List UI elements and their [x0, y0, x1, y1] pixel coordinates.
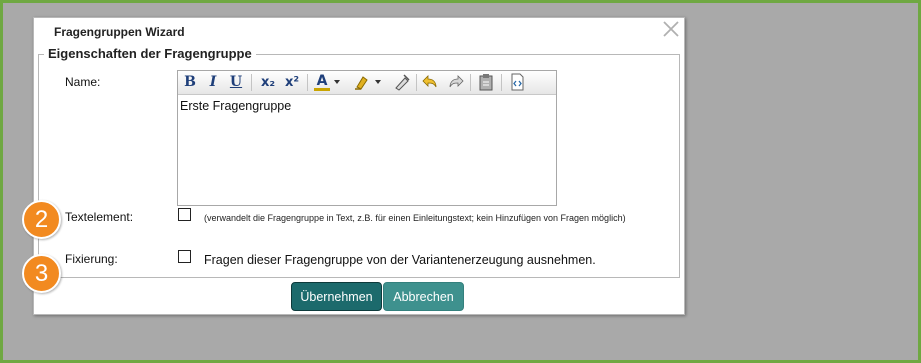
- wizard-dialog: Fragengruppen Wizard Eigenschaften der F…: [33, 17, 685, 315]
- screenshot-frame: Fragengruppen Wizard Eigenschaften der F…: [0, 0, 921, 363]
- name-label: Name:: [65, 75, 101, 89]
- font-color-icon[interactable]: A: [314, 73, 330, 91]
- superscript-icon[interactable]: x²: [282, 73, 302, 91]
- step-badge-3: 3: [22, 254, 61, 293]
- subscript-icon[interactable]: x₂: [258, 73, 278, 91]
- step-badge-2: 2: [22, 200, 61, 239]
- fixierung-label: Fixierung:: [65, 252, 118, 266]
- font-color-dropdown-icon[interactable]: [334, 80, 340, 84]
- undo-icon[interactable]: [422, 73, 440, 91]
- editor-toolbar: B I U x₂ x² A: [178, 71, 556, 95]
- bold-icon[interactable]: B: [182, 73, 198, 91]
- fieldset-legend: Eigenschaften der Fragengruppe: [44, 46, 256, 61]
- toolbar-separator: [470, 74, 471, 91]
- toolbar-separator: [501, 74, 502, 91]
- fixierung-description: Fragen dieser Fragengruppe von der Varia…: [204, 253, 596, 267]
- highlight-icon[interactable]: [353, 73, 371, 91]
- textelement-hint: (verwandelt die Fragengruppe in Text, z.…: [204, 213, 626, 223]
- fixierung-checkbox[interactable]: [178, 250, 191, 263]
- apply-button[interactable]: Übernehmen: [291, 282, 382, 311]
- dialog-title: Fragengruppen Wizard: [54, 25, 185, 39]
- cancel-button[interactable]: Abbrechen: [383, 282, 464, 311]
- name-editor-content[interactable]: Erste Fragengruppe: [180, 99, 291, 113]
- source-icon[interactable]: [508, 73, 526, 91]
- name-rich-text-editor[interactable]: B I U x₂ x² A Erste Fragengruppe: [177, 70, 557, 206]
- toolbar-separator: [416, 74, 417, 91]
- highlight-dropdown-icon[interactable]: [375, 80, 381, 84]
- close-icon[interactable]: [662, 20, 680, 38]
- paste-icon[interactable]: [477, 73, 495, 91]
- underline-icon[interactable]: U: [228, 73, 244, 91]
- italic-icon[interactable]: I: [205, 73, 221, 91]
- clear-format-icon[interactable]: [393, 73, 411, 91]
- toolbar-separator: [307, 74, 308, 91]
- textelement-checkbox[interactable]: [178, 208, 191, 221]
- textelement-label: Textelement:: [65, 210, 134, 224]
- toolbar-separator: [251, 74, 252, 91]
- redo-icon[interactable]: [446, 73, 464, 91]
